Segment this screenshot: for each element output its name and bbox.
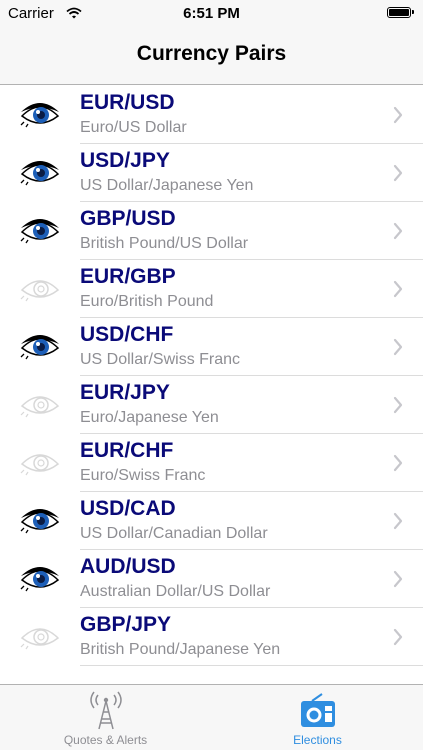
page-title: Currency Pairs xyxy=(136,42,287,65)
pair-code: AUD/USD xyxy=(80,555,176,578)
battery-icon xyxy=(387,7,414,18)
chevron-right-icon xyxy=(393,280,403,298)
radio-icon xyxy=(298,691,338,736)
antenna-tower-icon xyxy=(88,691,124,736)
pair-code: USD/JPY xyxy=(80,149,170,172)
status-time: 6:51 PM xyxy=(183,5,240,22)
pair-name: Euro/Japanese Yen xyxy=(80,409,219,426)
pair-code: EUR/USD xyxy=(80,91,175,114)
pair-code: USD/CHF xyxy=(80,323,174,346)
eye-watching-icon[interactable] xyxy=(20,564,60,594)
currency-pair-row[interactable]: USD/CHF US Dollar/Swiss Franc xyxy=(0,318,423,376)
pair-name: US Dollar/Canadian Dollar xyxy=(80,525,268,542)
chevron-right-icon xyxy=(393,222,403,240)
pair-code: GBP/USD xyxy=(80,207,176,230)
pair-name: British Pound/Japanese Yen xyxy=(80,641,281,658)
currency-pair-row[interactable]: EUR/JPY Euro/Japanese Yen xyxy=(0,376,423,434)
eye-watching-icon[interactable] xyxy=(20,332,60,362)
currency-pair-list: EUR/USD Euro/US Dollar USD/JPY US Dollar/Ja… xyxy=(0,86,423,666)
chevron-right-icon xyxy=(393,106,403,124)
eye-not-watching-icon[interactable] xyxy=(20,274,60,304)
currency-pair-row[interactable]: AUD/USD Australian Dollar/US Dollar xyxy=(0,550,423,608)
eye-watching-icon[interactable] xyxy=(20,158,60,188)
chevron-right-icon xyxy=(393,338,403,356)
pair-code: EUR/CHF xyxy=(80,439,174,462)
eye-not-watching-icon[interactable] xyxy=(20,390,60,420)
tab-elections[interactable]: Elections xyxy=(212,685,423,751)
eye-watching-icon[interactable] xyxy=(20,216,60,246)
pair-name: US Dollar/Swiss Franc xyxy=(80,351,241,368)
currency-pair-row[interactable]: USD/CAD US Dollar/Canadian Dollar xyxy=(0,492,423,550)
chevron-right-icon xyxy=(393,570,403,588)
pair-code: GBP/JPY xyxy=(80,613,172,636)
chevron-right-icon xyxy=(393,628,403,646)
chevron-right-icon xyxy=(393,396,403,414)
tab-quotes-alerts-label: Quotes & Alerts xyxy=(63,733,148,747)
pair-name: Australian Dollar/US Dollar xyxy=(80,583,271,600)
currency-pair-row[interactable]: USD/JPY US Dollar/Japanese Yen xyxy=(0,144,423,202)
navigation-bar: Currency Pairs xyxy=(0,28,423,85)
status-bar: Carrier 6:51 PM xyxy=(0,0,423,28)
pair-name: Euro/US Dollar xyxy=(80,119,187,136)
eye-not-watching-icon[interactable] xyxy=(20,622,60,652)
row-divider xyxy=(80,665,423,666)
pair-name: Euro/British Pound xyxy=(80,293,214,310)
currency-pair-row[interactable]: GBP/USD British Pound/US Dollar xyxy=(0,202,423,260)
chevron-right-icon xyxy=(393,512,403,530)
tab-elections-label: Elections xyxy=(293,733,342,747)
chevron-right-icon xyxy=(393,164,403,182)
tab-quotes-alerts[interactable]: Quotes & Alerts xyxy=(0,685,211,751)
eye-not-watching-icon[interactable] xyxy=(20,448,60,478)
currency-pair-row[interactable]: EUR/CHF Euro/Swiss Franc xyxy=(0,434,423,492)
currency-pair-row[interactable]: EUR/GBP Euro/British Pound xyxy=(0,260,423,318)
chevron-right-icon xyxy=(393,454,403,472)
pair-code: USD/CAD xyxy=(80,497,176,520)
pair-name: British Pound/US Dollar xyxy=(80,235,249,252)
eye-watching-icon[interactable] xyxy=(20,506,60,536)
eye-watching-icon[interactable] xyxy=(20,100,60,130)
currency-pair-row[interactable]: GBP/JPY British Pound/Japanese Yen xyxy=(0,608,423,666)
pair-code: EUR/GBP xyxy=(80,265,176,288)
pair-code: EUR/JPY xyxy=(80,381,170,404)
tab-bar: Quotes & Alerts Elections xyxy=(0,684,423,750)
pair-name: Euro/Swiss Franc xyxy=(80,467,206,484)
pair-name: US Dollar/Japanese Yen xyxy=(80,177,254,194)
currency-pair-row[interactable]: EUR/USD Euro/US Dollar xyxy=(0,86,423,144)
